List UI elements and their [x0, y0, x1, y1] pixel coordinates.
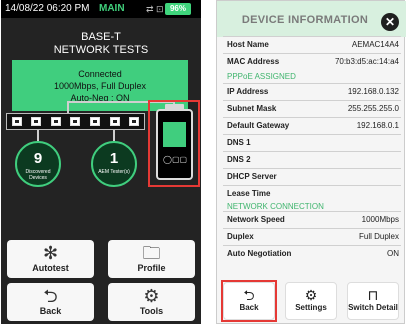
- info-key: Network Speed: [227, 215, 285, 224]
- info-key: IP Address: [227, 87, 269, 96]
- discovered-label: Discovered Devices: [25, 169, 51, 181]
- connection-state: Connected: [78, 69, 122, 79]
- highlight-box: [221, 280, 277, 322]
- profile-button[interactable]: 🗀 Profile: [108, 240, 195, 278]
- row-divider: [223, 245, 401, 246]
- switch-detail-button[interactable]: ⊓ Switch Detail: [347, 282, 399, 320]
- aem-label: AEM Tester(s): [98, 169, 130, 175]
- panel-title: DEVICE INFORMATION: [241, 14, 369, 26]
- pppoe-section-heading: PPPoE ASSIGNED: [227, 72, 296, 81]
- switch-port-icon: [50, 117, 61, 126]
- switch-port-icon: [129, 117, 140, 126]
- back-button[interactable]: ⮌ Back: [7, 283, 94, 321]
- row-divider: [223, 228, 401, 229]
- page-subtitle: NETWORK TESTS: [53, 44, 149, 56]
- switch-port-icon: [31, 117, 42, 126]
- back-arrow-icon: ⮌: [43, 286, 58, 306]
- info-value: ON: [387, 249, 399, 258]
- info-value: Full Duplex: [358, 232, 399, 241]
- tools-button[interactable]: ⚙ Tools: [108, 283, 195, 321]
- info-value: AEMAC14A4: [351, 40, 399, 49]
- row-divider: [223, 134, 401, 135]
- info-value: 192.168.0.1: [356, 121, 399, 130]
- settings-label: Settings: [295, 303, 327, 312]
- status-mode: MAIN: [99, 3, 125, 14]
- profile-label: Profile: [137, 263, 166, 273]
- switch-port-icon: [109, 117, 120, 126]
- discovered-count: 9: [33, 150, 43, 167]
- info-value: 192.168.0.132: [347, 87, 399, 96]
- link-wire: [37, 130, 39, 141]
- link-wire: [113, 130, 115, 141]
- info-key: Duplex: [227, 232, 254, 241]
- connection-speed: 1000Mbps, Full Duplex: [53, 81, 147, 91]
- row-divider: [223, 83, 401, 84]
- info-value: 70:b3:d5:ac:14:a4: [334, 57, 399, 66]
- tools-label: Tools: [139, 306, 164, 316]
- discovered-devices-button[interactable]: 9 Discovered Devices: [15, 141, 61, 187]
- info-key: Auto Negotiation: [227, 249, 292, 258]
- switch-port-icon: [11, 117, 22, 126]
- row-divider: [223, 211, 401, 212]
- highlight-box: [148, 100, 200, 187]
- info-key: DNS 2: [227, 155, 251, 164]
- close-button[interactable]: ✕: [381, 13, 399, 31]
- switch-detail-label: Switch Detail: [348, 303, 398, 312]
- info-key: Default Gateway: [227, 121, 290, 130]
- autotest-label: Autotest: [32, 263, 69, 273]
- status-bar: 14/08/22 06:20 PM MAIN ⇄ ⊡ 96%: [1, 0, 201, 18]
- row-divider: [223, 36, 401, 37]
- network-switch-icon: [6, 113, 145, 130]
- folder-icon: 🗀: [142, 243, 161, 263]
- info-key: Lease Time: [227, 189, 271, 198]
- settings-button[interactable]: ⚙ Settings: [285, 282, 337, 320]
- panel-header: DEVICE INFORMATION ✕: [217, 1, 406, 37]
- info-key: DHCP Server: [227, 172, 277, 181]
- info-key: Subnet Mask: [227, 104, 277, 113]
- aem-testers-button[interactable]: 1 AEM Tester(s): [91, 141, 137, 187]
- row-divider: [223, 151, 401, 152]
- settings-icon: ⚙: [304, 287, 318, 303]
- battery-indicator: 96%: [165, 3, 191, 15]
- row-divider: [223, 117, 401, 118]
- connection-icons: ⇄ ⊡: [146, 4, 164, 14]
- info-key: Host Name: [227, 40, 269, 49]
- switch-port-icon: [90, 117, 101, 126]
- device-information-panel: DEVICE INFORMATION ✕ Host Name AEMAC14A4 M…: [216, 0, 406, 324]
- aem-count: 1: [109, 150, 119, 167]
- info-value: 1000Mbps: [361, 215, 399, 224]
- row-divider: [223, 168, 401, 169]
- row-divider: [223, 185, 401, 186]
- row-divider: [223, 100, 401, 101]
- row-divider: [223, 53, 401, 54]
- tools-icon: ⚙: [143, 286, 160, 306]
- info-key: MAC Address: [227, 57, 280, 66]
- network-tests-screen: 14/08/22 06:20 PM MAIN ⇄ ⊡ 96% BASE-T NE…: [1, 0, 201, 324]
- autotest-icon: ✻: [42, 243, 59, 263]
- page-title: BASE-T: [81, 31, 121, 43]
- autotest-button[interactable]: ✻ Autotest: [7, 240, 94, 278]
- switch-port-icon: [70, 117, 81, 126]
- status-datetime: 14/08/22 06:20 PM: [5, 3, 90, 14]
- info-value: 255.255.255.0: [347, 104, 399, 113]
- info-key: DNS 1: [227, 138, 251, 147]
- back-label: Back: [39, 306, 62, 316]
- switch-icon: ⊓: [367, 287, 379, 303]
